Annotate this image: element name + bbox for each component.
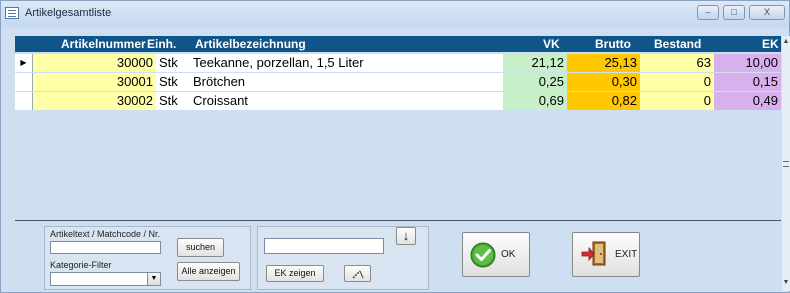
form-icon (5, 7, 19, 19)
cell-bestand[interactable]: 0 (640, 92, 714, 110)
search-text-label: Artikeltext / Matchcode / Nr. (50, 229, 161, 239)
close-button[interactable]: X (749, 5, 785, 20)
cell-bestand[interactable]: 0 (640, 73, 714, 91)
eraser-button[interactable] (344, 265, 371, 282)
scroll-grip-icon[interactable] (783, 161, 789, 167)
window-title: Artikelgesamtliste (25, 7, 112, 19)
cell-vk[interactable]: 0,25 (503, 73, 567, 91)
row-selector[interactable] (15, 92, 33, 110)
search-panel: Artikeltext / Matchcode / Nr. Kategorie-… (44, 226, 251, 290)
cell-einheit[interactable]: Stk (156, 73, 189, 91)
cell-ek[interactable]: 0,15 (714, 73, 781, 91)
cell-einheit[interactable]: Stk (156, 92, 189, 110)
table-row[interactable]: 30001 Stk Brötchen 0,25 0,30 0 0,15 (15, 73, 781, 91)
column-header-artikelbezeichnung[interactable]: Artikelbezeichnung (195, 37, 306, 51)
vertical-scrollbar[interactable]: ▲ ▼ (782, 36, 790, 291)
cell-artikelnummer[interactable]: 30000 (33, 54, 156, 72)
row-selector[interactable] (15, 73, 33, 91)
column-header-einheit[interactable]: Einh. (147, 37, 176, 51)
ek-zeigen-button[interactable]: EK zeigen (266, 265, 324, 282)
cell-vk[interactable]: 21,12 (503, 54, 567, 72)
category-filter-label: Kategorie-Filter (50, 260, 112, 270)
search-button[interactable]: suchen (177, 238, 224, 257)
column-header-artikelnummer[interactable]: Artikelnummer (61, 37, 146, 51)
cell-bestand[interactable]: 63 (640, 54, 714, 72)
category-filter-select[interactable]: ▼ (50, 272, 161, 286)
table-row[interactable]: ▶ 30000 Stk Teekanne, porzellan, 1,5 Lit… (15, 54, 781, 72)
cell-artikelbezeichnung[interactable]: Teekanne, porzellan, 1,5 Liter (189, 54, 503, 72)
column-header-bestand[interactable]: Bestand (654, 37, 701, 51)
table-row[interactable]: 30002 Stk Croissant 0,69 0,82 0 0,49 (15, 92, 781, 110)
column-header-vk[interactable]: VK (543, 37, 560, 51)
show-all-button[interactable]: Alle anzeigen (177, 262, 240, 281)
exit-button-label: EXIT (615, 249, 638, 260)
exit-door-icon (581, 241, 606, 266)
arrow-down-button[interactable]: ↓ (396, 227, 416, 245)
artikelgesamtliste-window: Artikelgesamtliste – □ X Artikelnummer E… (0, 0, 790, 293)
ek-input[interactable] (264, 238, 384, 254)
cell-brutto[interactable]: 0,82 (567, 92, 640, 110)
cell-einheit[interactable]: Stk (156, 54, 189, 72)
title-bar[interactable]: Artikelgesamtliste – □ X (1, 1, 789, 27)
exit-button[interactable]: EXIT (572, 232, 640, 277)
cell-vk[interactable]: 0,69 (503, 92, 567, 110)
ok-button-label: OK (501, 249, 516, 260)
ok-button[interactable]: OK (462, 232, 530, 277)
grid-header: Artikelnummer Einh. Artikelbezeichnung V… (15, 36, 781, 52)
window-controls: – □ X (697, 5, 785, 20)
cell-artikelbezeichnung[interactable]: Brötchen (189, 73, 503, 91)
eraser-icon (351, 270, 363, 279)
cell-artikelnummer[interactable]: 30001 (33, 73, 156, 91)
chevron-down-icon[interactable]: ▼ (147, 273, 160, 285)
column-header-brutto[interactable]: Brutto (595, 37, 631, 51)
ek-panel: ↓ EK zeigen (257, 226, 429, 290)
cell-artikelnummer[interactable]: 30002 (33, 92, 156, 110)
checkmark-icon (470, 242, 496, 268)
row-selector[interactable]: ▶ (15, 54, 33, 72)
cell-ek[interactable]: 10,00 (714, 54, 781, 72)
search-input[interactable] (50, 241, 161, 254)
minimize-button[interactable]: – (697, 5, 719, 20)
column-header-ek[interactable]: EK (762, 37, 779, 51)
cell-artikelbezeichnung[interactable]: Croissant (189, 92, 503, 110)
cell-brutto[interactable]: 25,13 (567, 54, 640, 72)
footer-divider (15, 220, 781, 221)
scroll-up-icon[interactable]: ▲ (782, 38, 790, 45)
cell-brutto[interactable]: 0,30 (567, 73, 640, 91)
maximize-button[interactable]: □ (723, 5, 745, 20)
cell-ek[interactable]: 0,49 (714, 92, 781, 110)
scroll-down-icon[interactable]: ▼ (782, 279, 790, 286)
